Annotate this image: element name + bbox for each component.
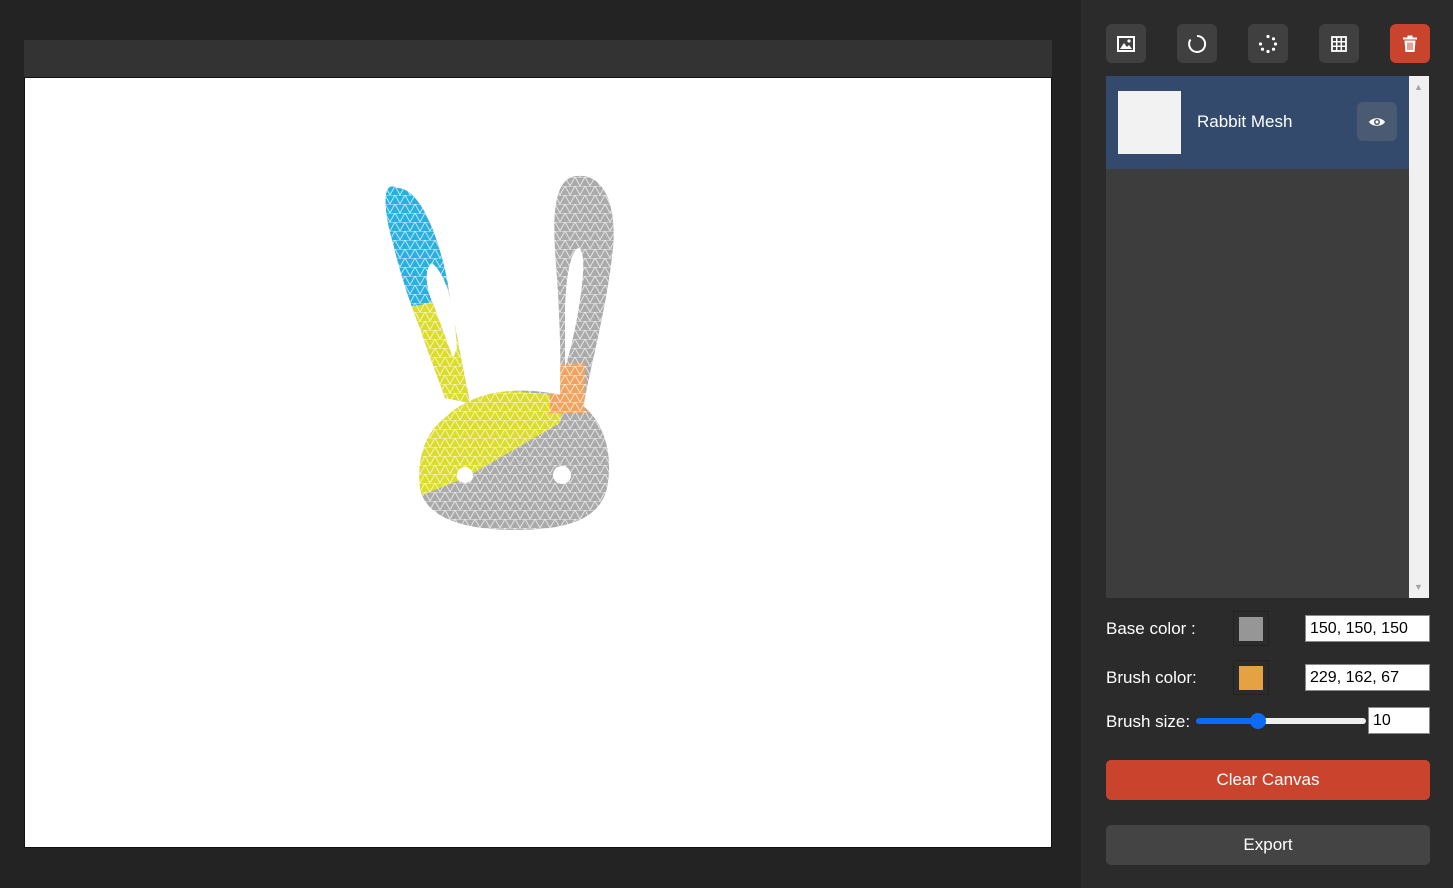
add-image-button[interactable] xyxy=(1106,24,1146,63)
base-color-picker[interactable] xyxy=(1233,611,1269,646)
delete-layer-button[interactable] xyxy=(1390,24,1430,63)
layer-item[interactable]: Rabbit Mesh xyxy=(1106,76,1409,169)
triangulate-button[interactable] xyxy=(1248,24,1288,63)
base-color-label: Base color : xyxy=(1106,619,1196,638)
layer-name: Rabbit Mesh xyxy=(1197,112,1293,131)
brush-size-label: Brush size: xyxy=(1106,712,1191,731)
layer-list: Rabbit Mesh ▲ ▼ xyxy=(1106,76,1429,598)
grid-icon xyxy=(1331,35,1347,52)
export-button[interactable]: Export xyxy=(1106,825,1430,865)
brush-color-picker[interactable] xyxy=(1233,660,1269,695)
slider-fill xyxy=(1196,718,1258,724)
drawing-canvas[interactable] xyxy=(24,77,1052,848)
eye-icon xyxy=(1369,117,1385,126)
layer-list-scrollbar[interactable]: ▲ ▼ xyxy=(1409,76,1429,598)
base-color-input[interactable] xyxy=(1305,615,1430,642)
brush-color-label: Brush color: xyxy=(1106,668,1197,687)
brush-color-input[interactable] xyxy=(1305,664,1430,691)
canvas-header-bar xyxy=(24,40,1052,78)
reload-icon xyxy=(1188,34,1207,53)
base-color-swatch xyxy=(1239,616,1263,641)
loading-dots-icon xyxy=(1258,34,1278,53)
brush-size-input[interactable] xyxy=(1368,707,1430,734)
rabbit-mesh-drawing xyxy=(385,175,614,530)
clear-canvas-button[interactable]: Clear Canvas xyxy=(1106,760,1430,800)
trash-icon xyxy=(1403,35,1417,52)
brush-size-slider[interactable] xyxy=(1196,713,1366,729)
scroll-down-icon[interactable]: ▼ xyxy=(1414,582,1423,592)
layer-thumbnail xyxy=(1118,91,1181,154)
reload-button[interactable] xyxy=(1177,24,1217,63)
slider-track xyxy=(1258,718,1366,724)
scroll-up-icon[interactable]: ▲ xyxy=(1414,82,1423,92)
toggle-visibility-button[interactable] xyxy=(1357,102,1397,141)
side-panel: Rabbit Mesh ▲ ▼ Base color : Brush color… xyxy=(1081,0,1453,888)
grid-button[interactable] xyxy=(1319,24,1359,63)
slider-thumb[interactable] xyxy=(1250,713,1266,729)
image-icon xyxy=(1117,35,1135,52)
canvas-area xyxy=(0,0,1081,888)
brush-color-swatch xyxy=(1239,665,1263,690)
